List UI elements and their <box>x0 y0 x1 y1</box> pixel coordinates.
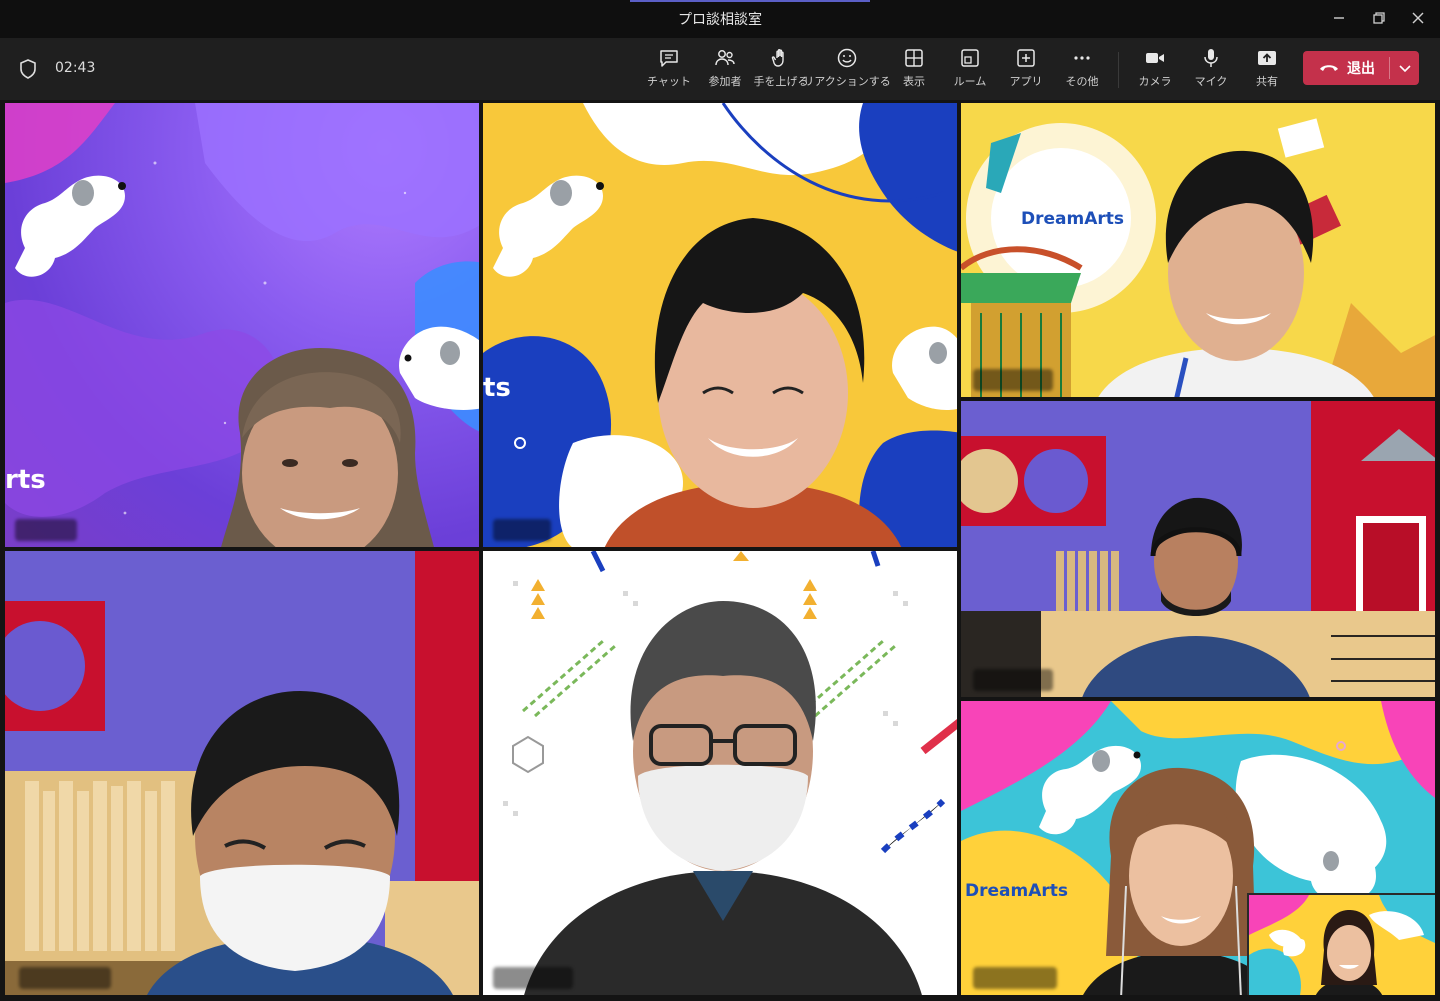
window-title-bar: プロ談相談室 <box>0 0 1440 38</box>
camera-icon <box>1146 53 1164 63</box>
window-title: プロ談相談室 <box>678 12 762 28</box>
participant-name-tag <box>973 369 1053 391</box>
mic-button[interactable]: マイク <box>1182 46 1240 94</box>
video-tile[interactable] <box>481 549 959 997</box>
leave-main[interactable]: 退出 <box>1303 51 1389 85</box>
video-tile[interactable]: DreamArts <box>959 699 1437 997</box>
raise-hand-button[interactable]: 手を上げる <box>752 46 810 94</box>
apps-button[interactable]: アプリ <box>997 46 1055 94</box>
apps-label: アプリ <box>1009 75 1043 88</box>
participant-name-tag <box>493 967 573 989</box>
restore-icon[interactable] <box>1366 6 1392 30</box>
video-tile[interactable]: DreamArts <box>959 101 1437 399</box>
title-accent-bar <box>630 0 870 2</box>
participants-button[interactable]: 参加者 <box>696 46 754 94</box>
mic-label: マイク <box>1194 75 1228 88</box>
chat-label: チャット <box>647 75 691 88</box>
share-button[interactable]: 共有 <box>1238 46 1296 94</box>
raise-hand-label: 手を上げる <box>753 75 809 88</box>
video-tile[interactable]: rts <box>3 101 481 549</box>
camera-label: カメラ <box>1138 75 1172 88</box>
brand-logo: DreamArts <box>965 881 1068 901</box>
participant-video <box>147 691 453 995</box>
leave-button[interactable]: 退出 <box>1303 51 1419 85</box>
dog-mascot-icon <box>15 175 126 277</box>
participant-name-tag <box>19 967 111 989</box>
video-tile[interactable] <box>3 549 481 997</box>
more-button[interactable]: その他 <box>1053 46 1111 94</box>
leave-dropdown[interactable] <box>1390 51 1419 85</box>
participant-video <box>524 601 922 995</box>
meeting-timer: 02:43 <box>55 60 96 76</box>
reactions-button[interactable]: リアクションする <box>803 46 891 94</box>
view-label: 表示 <box>903 75 925 88</box>
more-icon <box>1074 56 1090 60</box>
chat-icon <box>660 50 678 67</box>
participant-video <box>221 348 434 547</box>
participant-name-tag <box>973 669 1053 691</box>
participant-name-tag <box>493 519 551 541</box>
hand-icon <box>771 49 784 67</box>
camera-button[interactable]: カメラ <box>1126 46 1184 94</box>
brand-text: rts <box>5 465 46 495</box>
hang-up-icon <box>1320 65 1338 71</box>
toolbar-divider <box>1118 52 1119 88</box>
share-icon <box>1258 51 1276 65</box>
view-button[interactable]: 表示 <box>885 46 943 94</box>
more-label: その他 <box>1065 75 1099 88</box>
shield-icon[interactable] <box>18 58 38 80</box>
plus-box-icon <box>1017 49 1035 67</box>
minimize-icon[interactable] <box>1326 6 1352 30</box>
rooms-label: ルーム <box>953 75 987 88</box>
close-icon[interactable] <box>1405 6 1431 30</box>
video-tile[interactable] <box>959 399 1437 699</box>
rooms-icon <box>961 49 979 67</box>
rooms-button[interactable]: ルーム <box>941 46 999 94</box>
participant-video <box>1082 497 1310 697</box>
participant-name-tag <box>973 967 1057 989</box>
dog-mascot-icon <box>493 175 604 277</box>
reactions-label: リアクションする <box>803 75 891 88</box>
participants-label: 参加者 <box>708 75 742 88</box>
leave-label: 退出 <box>1347 61 1375 77</box>
video-tile[interactable]: ts <box>481 101 959 549</box>
meeting-toolbar: 02:43 チャット 参加者 手を上げる リアクションする 表示 ルーム アプリ… <box>0 38 1440 100</box>
participant-name-tag <box>15 519 77 541</box>
self-view-video <box>1249 895 1435 995</box>
participant-video <box>1098 150 1374 397</box>
grid-icon <box>905 49 923 67</box>
share-label: 共有 <box>1256 75 1278 88</box>
mic-icon <box>1204 49 1218 67</box>
chat-button[interactable]: チャット <box>640 46 698 94</box>
participant-video <box>604 218 902 547</box>
people-icon <box>715 50 735 66</box>
brand-text: ts <box>483 373 511 403</box>
chevron-down-icon <box>1398 65 1411 73</box>
self-view[interactable] <box>1247 893 1435 995</box>
smiley-icon <box>837 48 857 68</box>
